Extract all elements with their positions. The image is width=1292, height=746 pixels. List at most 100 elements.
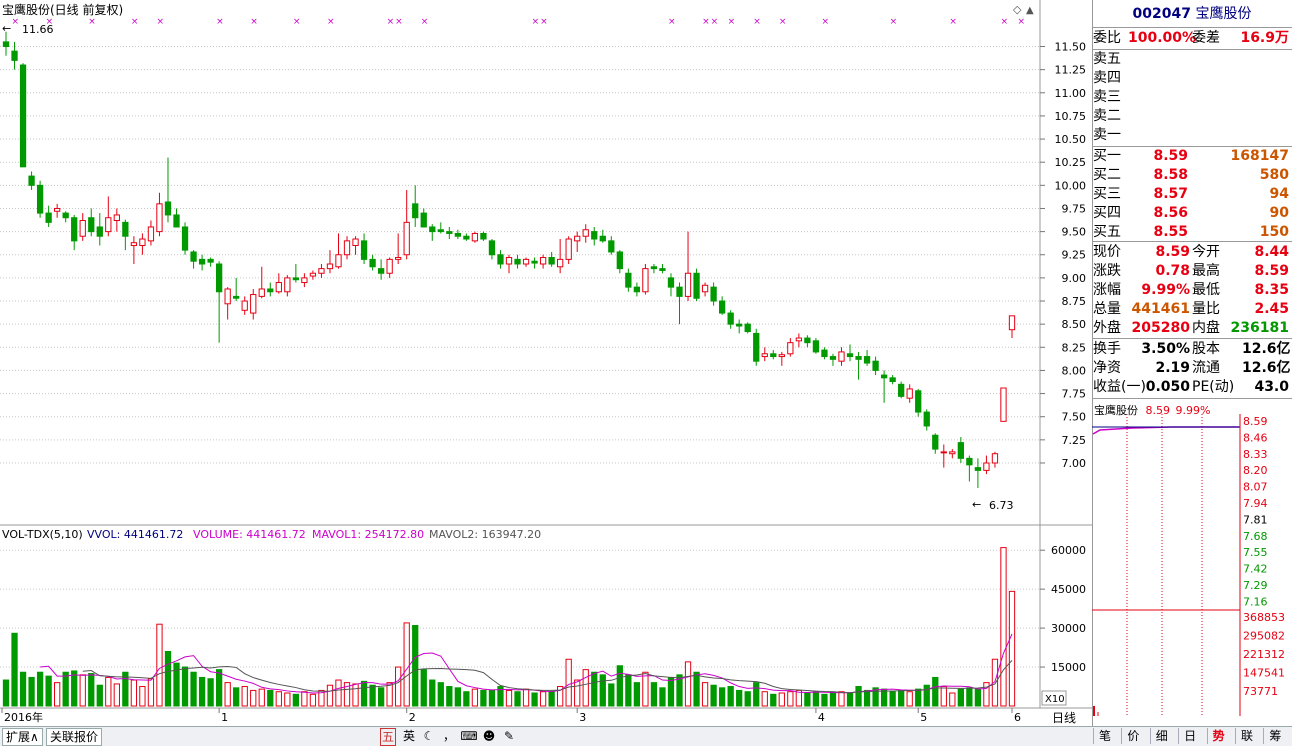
volume-bar[interactable] (11, 632, 18, 707)
volume-bar[interactable] (591, 671, 598, 707)
moon-icon[interactable]: ☾ (420, 728, 438, 744)
volume-bar[interactable] (659, 687, 666, 707)
volume-bar[interactable] (718, 687, 726, 707)
volume-bar[interactable] (309, 693, 317, 707)
volume-bar[interactable] (207, 678, 214, 707)
volume-bar[interactable] (539, 691, 547, 707)
expand-tab[interactable]: 扩展∧ (2, 728, 43, 746)
event-marker[interactable]: × (753, 17, 761, 27)
period-label[interactable]: 日线 (1052, 711, 1076, 725)
event-marker[interactable]: × (949, 17, 957, 27)
volume-bar[interactable] (224, 682, 231, 707)
panel-tab-0[interactable]: 笔 (1093, 728, 1116, 744)
volume-bar[interactable] (633, 682, 641, 707)
candle[interactable] (642, 264, 649, 295)
volume-bar[interactable] (130, 679, 138, 707)
volume-bar[interactable] (62, 671, 69, 707)
volume-bar[interactable] (736, 689, 743, 707)
volume-bar[interactable] (667, 676, 675, 707)
volume-bar[interactable] (190, 671, 197, 707)
volume-bar[interactable] (446, 686, 453, 707)
volume-bar[interactable] (2, 679, 10, 707)
volume-bar[interactable] (829, 692, 837, 707)
event-marker[interactable]: × (421, 17, 429, 27)
volume-bar[interactable] (198, 676, 206, 707)
candle[interactable] (693, 268, 700, 302)
volume-bar[interactable] (650, 682, 658, 707)
volume-bar[interactable] (804, 692, 811, 707)
volume-bar[interactable] (45, 675, 52, 707)
volume-bar[interactable] (846, 692, 854, 707)
volume-bar[interactable] (744, 691, 751, 707)
english-icon[interactable]: 英 (400, 728, 418, 744)
volume-bar[interactable] (301, 691, 308, 707)
volume-bar[interactable] (770, 693, 777, 707)
volume-bar[interactable] (693, 671, 700, 707)
volume-bar[interactable] (369, 684, 376, 707)
candle[interactable] (1000, 387, 1007, 422)
comma-icon[interactable]: ， (440, 728, 458, 744)
volume-bar[interactable] (267, 689, 274, 707)
volume-bar[interactable] (360, 680, 368, 707)
volume-bar[interactable] (147, 678, 155, 707)
keyboard-icon[interactable]: ⌨ (460, 728, 478, 744)
volume-bar[interactable] (19, 671, 27, 707)
volume-bar[interactable] (642, 671, 649, 707)
volume-bar[interactable] (105, 676, 112, 707)
event-marker[interactable]: × (532, 17, 540, 27)
event-marker[interactable]: × (216, 17, 224, 27)
volume-bar[interactable] (488, 689, 496, 707)
volume-bar[interactable] (113, 683, 120, 707)
volume-bar[interactable] (215, 669, 223, 707)
volume-bar[interactable] (684, 661, 692, 707)
volume-bar[interactable] (863, 689, 871, 707)
event-marker[interactable]: × (779, 17, 787, 27)
chart-diamond-icon[interactable]: ◇ (1013, 3, 1022, 16)
volume-bar[interactable] (71, 670, 78, 707)
volume-bar[interactable] (377, 687, 385, 707)
volume-bar[interactable] (701, 682, 709, 707)
volume-bar[interactable] (974, 688, 982, 707)
event-marker[interactable]: × (395, 17, 403, 27)
volume-bar[interactable] (36, 671, 44, 707)
candle[interactable] (19, 63, 27, 168)
volume-bar[interactable] (386, 682, 393, 707)
volume-bar[interactable] (625, 674, 632, 707)
volume-bar[interactable] (599, 674, 606, 707)
wrench-icon[interactable]: ✎ (500, 728, 518, 744)
volume-bar[interactable] (531, 692, 538, 707)
event-marker[interactable]: × (890, 17, 898, 27)
volume-bar[interactable] (880, 688, 888, 707)
volume-bar[interactable] (574, 679, 581, 707)
volume-bar[interactable] (949, 692, 956, 707)
event-marker[interactable]: × (540, 17, 548, 27)
event-marker[interactable]: × (131, 17, 139, 27)
emoji-icon[interactable]: ☻ (480, 728, 498, 744)
candle[interactable] (471, 231, 479, 243)
volume-bar[interactable] (241, 686, 248, 707)
volume-bar[interactable] (471, 688, 479, 707)
volume-bar[interactable] (395, 666, 402, 707)
volume-bar[interactable] (275, 691, 282, 707)
volume-bar[interactable] (957, 688, 964, 707)
event-marker[interactable]: × (293, 17, 301, 27)
panel-tab-3[interactable]: 日 (1178, 728, 1201, 744)
candle[interactable] (36, 180, 44, 218)
event-marker[interactable]: × (1000, 17, 1008, 27)
candle[interactable] (565, 236, 572, 264)
volume-bar[interactable] (727, 686, 734, 707)
volume-bar[interactable] (565, 658, 572, 707)
panel-tab-6[interactable]: 筹 (1263, 728, 1286, 744)
volume-bar[interactable] (88, 673, 95, 707)
volume-bar[interactable] (139, 686, 146, 707)
intraday-mini-chart[interactable]: 8.59 8.46 8.33 8.20 8.07 7.94 7.81 7.68 7.55 7.42… (1092, 414, 1292, 726)
input-method-toolbar[interactable]: 五英 ☾， ⌨ ☻ ✎ (378, 727, 520, 746)
event-marker[interactable]: × (327, 17, 335, 27)
volume-bar[interactable] (778, 692, 785, 707)
chart-up-icon[interactable]: ▲ (1026, 5, 1034, 16)
volume-bar[interactable] (898, 689, 905, 707)
event-marker[interactable]: × (702, 17, 710, 27)
volume-bar[interactable] (463, 691, 470, 707)
volume-bar[interactable] (616, 665, 623, 707)
panel-tab-4[interactable]: 势 (1206, 728, 1230, 744)
